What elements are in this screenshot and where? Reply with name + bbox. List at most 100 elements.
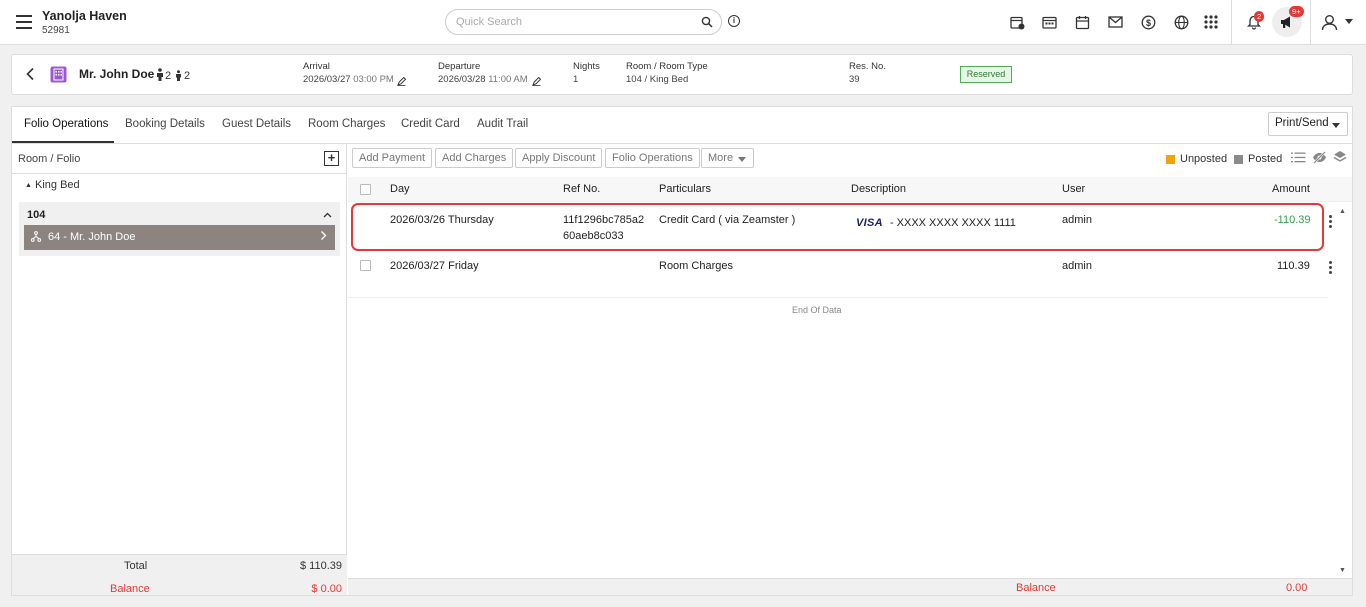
departure-date: 2026/03/28 — [438, 74, 486, 85]
caret-down-icon — [738, 157, 746, 162]
table-row[interactable]: 2026/03/27 Friday Room Charges admin 110… — [348, 251, 1348, 297]
main-panel: Folio Operations Booking Details Guest D… — [11, 106, 1353, 596]
room-type-label: Room / Room Type — [626, 61, 708, 72]
balance-value: $ 0.00 — [311, 583, 342, 595]
globe-icon[interactable] — [1172, 13, 1190, 31]
calendar-grid-icon[interactable] — [1040, 13, 1058, 31]
edit-arrival-icon[interactable] — [397, 75, 407, 89]
list-view-icon[interactable] — [1291, 151, 1306, 167]
room-number[interactable]: 104 — [27, 209, 45, 221]
end-of-data: End Of Data — [792, 305, 842, 315]
res-no-label: Res. No. — [849, 61, 886, 72]
tab-room-charges[interactable]: Room Charges — [308, 118, 385, 130]
res-no-value: 39 — [849, 74, 860, 85]
chevron-up-icon[interactable] — [323, 209, 332, 221]
total-label: Total — [124, 560, 148, 572]
mail-icon[interactable] — [1106, 13, 1124, 31]
room-item: 104 64 - Mr. John Doe — [19, 202, 340, 256]
tab-guest-details[interactable]: Guest Details — [222, 118, 291, 130]
divider — [1231, 0, 1232, 45]
column-description[interactable]: Description — [851, 183, 906, 195]
footer-balance-value: 0.00 — [1286, 582, 1308, 594]
add-payment-button[interactable]: Add Payment — [352, 148, 433, 168]
caret-up-icon: ▲ — [25, 182, 32, 189]
announcement-badge: 9+ — [1289, 6, 1304, 17]
add-charges-button[interactable]: Add Charges — [435, 148, 514, 168]
tab-folio-operations[interactable]: Folio Operations — [24, 118, 108, 130]
row-checkbox[interactable] — [360, 260, 371, 271]
table-header: Day Ref No. Particulars Description User… — [348, 177, 1352, 202]
column-user[interactable]: User — [1062, 183, 1085, 195]
reservation-bar: Mr. John Doe 2 2 Arrival 2026/03/27 03:0… — [11, 54, 1353, 95]
menu-icon[interactable] — [16, 15, 32, 29]
unposted-legend: Unposted — [1180, 153, 1228, 165]
dollar-icon[interactable]: $ — [1139, 13, 1157, 31]
nights-value: 1 — [573, 74, 579, 85]
more-button[interactable]: More — [701, 148, 754, 168]
nights-label: Nights — [573, 61, 600, 72]
room-type-group-label: King Bed — [35, 179, 80, 191]
column-amount[interactable]: Amount — [1272, 183, 1310, 195]
folio-operations-button[interactable]: Folio Operations — [605, 148, 700, 168]
building-icon — [50, 66, 67, 86]
folio-label: 64 - Mr. John Doe — [48, 231, 136, 243]
arrival-time: 03:00 PM — [353, 74, 394, 85]
hotel-id: 52981 — [42, 25, 70, 36]
search-icon[interactable] — [701, 16, 713, 31]
calendar-clock-icon[interactable] — [1008, 13, 1026, 31]
folio-item[interactable]: 64 - Mr. John Doe — [24, 225, 335, 250]
child-count: 2 — [184, 70, 191, 82]
row-menu-icon[interactable] — [1329, 261, 1332, 276]
hide-icon[interactable] — [1312, 151, 1327, 167]
highlight-box — [351, 203, 1324, 251]
column-ref-no[interactable]: Ref No. — [563, 183, 600, 195]
calendar-icon[interactable] — [1073, 13, 1091, 31]
arrival-value: 2026/03/27 03:00 PM — [303, 74, 394, 85]
room-type-group[interactable]: ▲ King Bed — [25, 179, 80, 191]
total-value: $ 110.39 — [299, 560, 342, 572]
tab-booking-details[interactable]: Booking Details — [125, 118, 205, 130]
tab-audit-trail[interactable]: Audit Trail — [477, 118, 528, 130]
divider — [12, 173, 347, 174]
apply-discount-button[interactable]: Apply Discount — [515, 148, 603, 168]
status-badge: Reserved — [960, 66, 1012, 83]
notification-badge: 2 — [1254, 11, 1265, 22]
user-icon[interactable] — [1320, 13, 1338, 31]
row-day: 2026/03/27 Friday — [390, 260, 479, 272]
posted-legend: Posted — [1248, 153, 1283, 165]
tab-credit-card[interactable]: Credit Card — [401, 118, 460, 130]
search-input[interactable]: Quick Search — [445, 9, 722, 35]
room-folio-pane: Room / Folio + ▲ King Bed 104 64 - Mr. J… — [12, 144, 347, 595]
scroll-down-icon[interactable]: ▼ — [1339, 567, 1346, 574]
edit-departure-icon[interactable] — [532, 75, 542, 89]
search-placeholder: Quick Search — [456, 16, 523, 28]
chevron-right-icon — [320, 229, 327, 244]
user-menu-caret-icon[interactable] — [1345, 19, 1353, 24]
print-send-label: Print/Send — [1275, 117, 1329, 129]
column-day[interactable]: Day — [390, 183, 410, 195]
split-folio-icon — [30, 231, 42, 245]
info-icon[interactable]: i — [728, 15, 740, 27]
apps-grid-icon[interactable] — [1202, 13, 1220, 31]
unposted-swatch — [1166, 155, 1175, 164]
balance-label: Balance — [110, 583, 150, 595]
adult-icon — [156, 68, 164, 84]
room-type-value: 104 / King Bed — [626, 74, 689, 85]
departure-time: 11:00 AM — [488, 74, 528, 85]
child-icon — [175, 70, 182, 84]
column-particulars[interactable]: Particulars — [659, 183, 711, 195]
more-label: More — [708, 152, 734, 164]
select-all-checkbox[interactable] — [360, 184, 371, 195]
divider — [1310, 0, 1311, 45]
room-folio-header: Room / Folio — [18, 153, 81, 165]
arrival-date: 2026/03/27 — [303, 74, 351, 85]
adult-count: 2 — [165, 70, 172, 82]
row-menu-icon[interactable] — [1329, 215, 1332, 230]
print-send-button[interactable]: Print/Send — [1268, 112, 1348, 136]
arrival-label: Arrival — [303, 61, 330, 72]
back-arrow-icon[interactable] — [25, 67, 35, 84]
layers-icon[interactable] — [1333, 150, 1347, 167]
add-folio-icon[interactable]: + — [324, 151, 339, 166]
folio-totals: Total $ 110.39 Balance $ 0.00 — [12, 554, 347, 595]
posted-swatch — [1234, 155, 1243, 164]
